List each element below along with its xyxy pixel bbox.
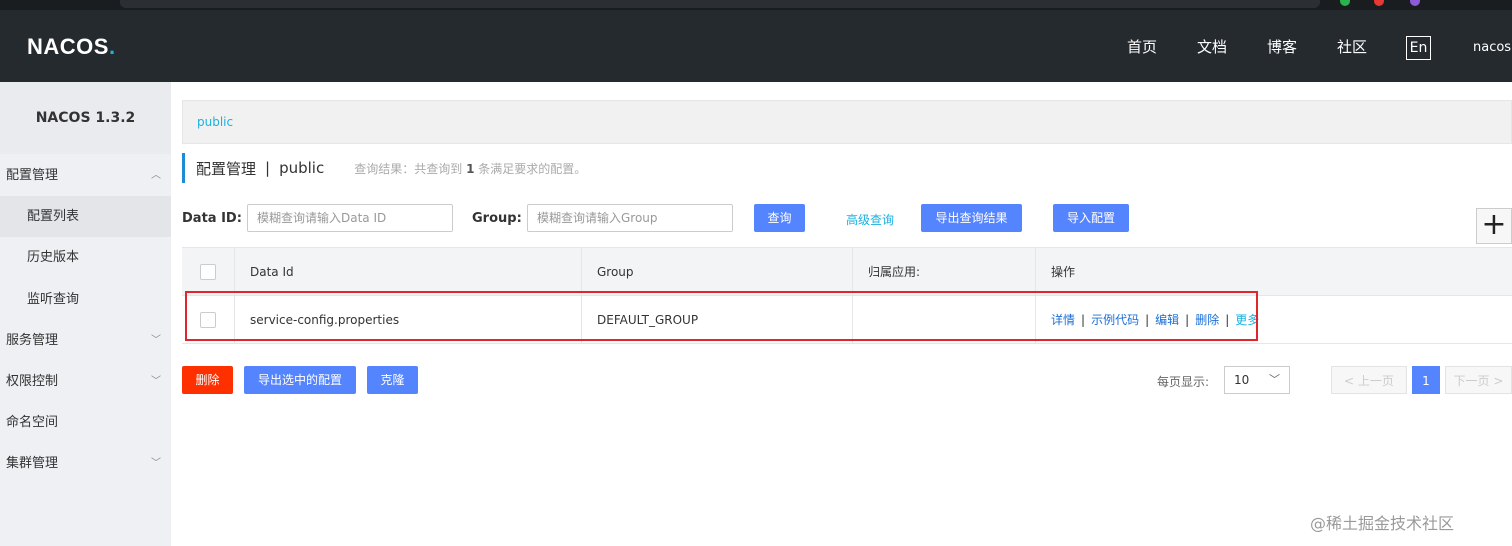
nav-docs[interactable]: 文档: [1197, 36, 1227, 57]
next-page-button[interactable]: 下一页 >: [1445, 366, 1512, 394]
user-menu[interactable]: nacos: [1473, 40, 1511, 55]
page-size-select[interactable]: 10 ﹀: [1224, 366, 1290, 394]
address-bar-fragment: [120, 0, 1320, 8]
nav-community[interactable]: 社区: [1337, 36, 1367, 57]
nav-home[interactable]: 首页: [1127, 36, 1157, 57]
sidebar: NACOS 1.3.2 配置管理 ︿ 配置列表 历史版本 监听查询 服务管理 ﹀ 权…: [0, 82, 171, 546]
add-config-button[interactable]: +: [1476, 208, 1512, 244]
version-label: NACOS 1.3.2: [0, 82, 171, 154]
chevron-down-icon: ﹀: [151, 458, 161, 469]
query-button[interactable]: 查询: [754, 204, 805, 232]
chevron-down-icon: ﹀: [1269, 373, 1280, 386]
sidebar-item-service-management[interactable]: 服务管理 ﹀: [0, 320, 171, 361]
sidebar-item-config-list[interactable]: 配置列表: [0, 196, 171, 237]
import-config-button[interactable]: 导入配置: [1053, 204, 1129, 232]
page-size-label: 每页显示:: [1157, 375, 1210, 389]
table-header: Data Id Group 归属应用: 操作: [182, 247, 1512, 296]
batch-delete-button[interactable]: 删除: [182, 366, 233, 394]
extension-icon: [1410, 0, 1420, 6]
col-app[interactable]: 归属应用:: [852, 248, 1035, 295]
page-1-button[interactable]: 1: [1412, 366, 1440, 394]
select-all-checkbox[interactable]: [200, 263, 216, 280]
page-title: 配置管理 | public 查询结果：共查询到 1 条满足要求的配置。: [182, 153, 586, 183]
chevron-up-icon: ︿: [151, 170, 161, 181]
group-label: Group:: [472, 211, 522, 226]
export-selected-button[interactable]: 导出选中的配置: [244, 366, 356, 394]
language-toggle-button[interactable]: En: [1406, 36, 1431, 60]
nav-blog[interactable]: 博客: [1267, 36, 1297, 57]
group-search-input[interactable]: 模糊查询请输入Group: [527, 204, 733, 232]
sidebar-item-history[interactable]: 历史版本: [0, 237, 171, 278]
top-header: NACOS. 首页 文档 博客 社区 En nacos: [0, 10, 1512, 82]
sidebar-item-cluster-management[interactable]: 集群管理 ﹀: [0, 443, 171, 484]
extension-icon: [1374, 0, 1384, 6]
advanced-query-link[interactable]: 高级查询: [846, 211, 894, 228]
prev-page-button[interactable]: < 上一页: [1331, 366, 1407, 394]
query-result-summary: 查询结果：共查询到 1 条满足要求的配置。: [354, 161, 587, 176]
extension-icon: [1340, 0, 1350, 6]
col-actions: 操作: [1035, 248, 1512, 295]
top-nav: 首页 文档 博客 社区: [1127, 10, 1407, 82]
chevron-down-icon: ﹀: [151, 376, 161, 387]
col-data-id[interactable]: Data Id: [234, 248, 581, 295]
namespace-link-public[interactable]: public: [197, 115, 233, 129]
nacos-logo[interactable]: NACOS.: [27, 34, 116, 60]
watermark: @稀土掘金技术社区: [1310, 514, 1455, 533]
namespace-breadcrumb: public: [182, 100, 1512, 144]
highlight-box: [185, 291, 1258, 341]
sidebar-item-namespace[interactable]: 命名空间: [0, 402, 171, 443]
export-results-button[interactable]: 导出查询结果: [921, 204, 1022, 232]
dataid-search-input[interactable]: 模糊查询请输入Data ID: [247, 204, 453, 232]
dataid-label: Data ID:: [182, 211, 242, 226]
browser-chrome-strip: [0, 0, 1512, 10]
sidebar-item-config-management[interactable]: 配置管理 ︿: [0, 155, 171, 196]
chevron-down-icon: ﹀: [151, 335, 161, 346]
clone-button[interactable]: 克隆: [367, 366, 418, 394]
sidebar-item-listener-query[interactable]: 监听查询: [0, 279, 171, 320]
sidebar-item-access-control[interactable]: 权限控制 ﹀: [0, 361, 171, 402]
col-group[interactable]: Group: [581, 248, 852, 295]
